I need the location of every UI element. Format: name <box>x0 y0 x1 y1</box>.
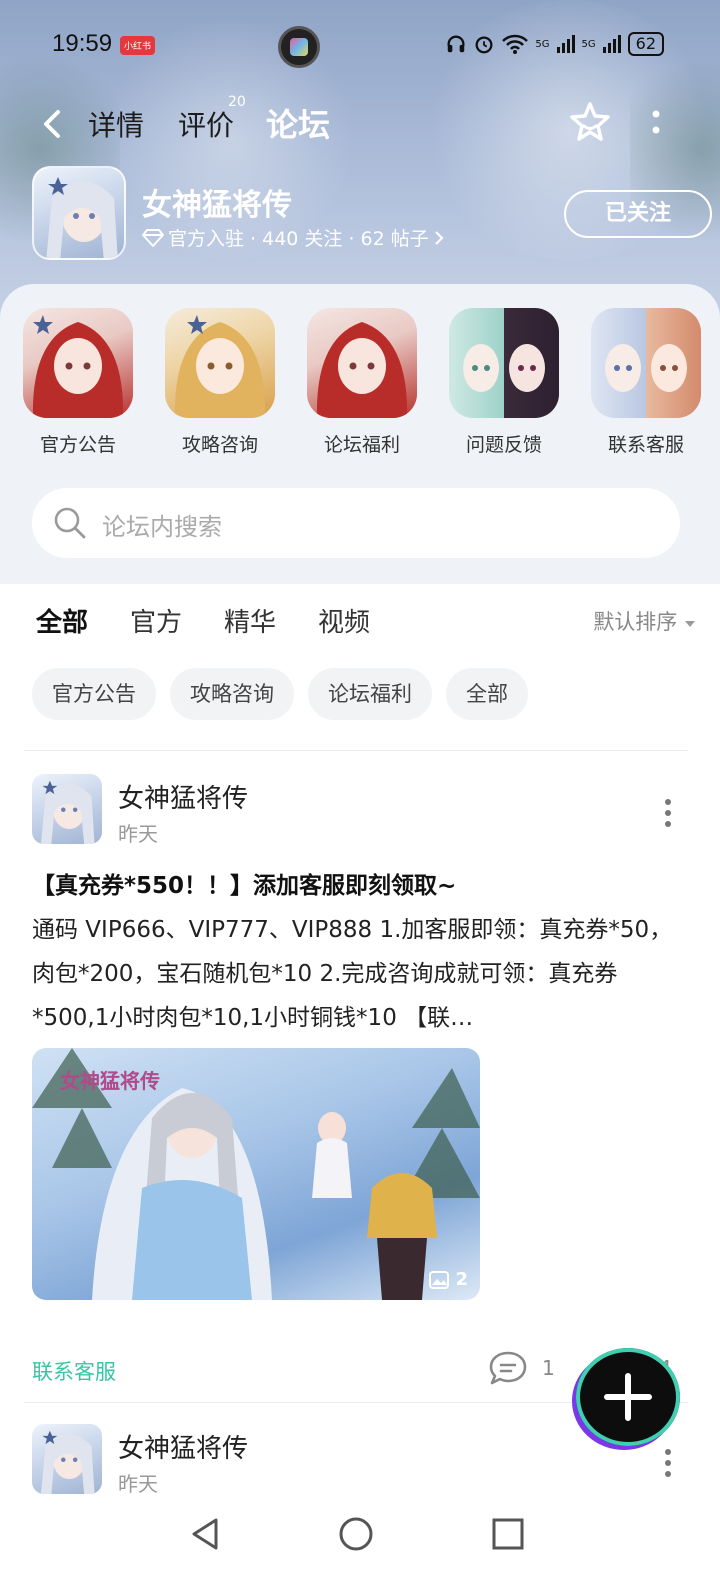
game-info: 女神猛将传 官方入驻 · 440 关注 · 62 帖子 已关注 <box>32 166 712 266</box>
category-feedback[interactable]: 问题反馈 <box>448 308 560 457</box>
header-banner: 19:59 小红书 5G 5G 62 详情 评价 20 论坛 女神猛将传 官方入… <box>0 0 720 330</box>
category-label: 论坛福利 <box>323 434 400 456</box>
post-tag[interactable]: 联系客服 <box>32 1356 116 1386</box>
post-body[interactable]: 通码 VIP666、VIP777、VIP888 1.加客服即领：真充券*50，肉… <box>32 908 688 1040</box>
chip-official-announcement[interactable]: 官方公告 <box>32 668 156 720</box>
chevron-right-icon <box>434 230 444 245</box>
create-post-button[interactable] <box>576 1348 680 1446</box>
post-image[interactable]: 女神猛将传 2 <box>32 1048 480 1300</box>
category-label: 问题反馈 <box>465 434 542 456</box>
headphones-icon <box>447 35 465 53</box>
review-count-badge: 20 <box>228 94 246 110</box>
status-time: 19:59 <box>52 30 113 57</box>
category-image <box>449 308 559 418</box>
image-count-value: 2 <box>455 1269 468 1290</box>
battery-indicator: 62 <box>627 32 664 56</box>
category-forum-welfare[interactable]: 论坛福利 <box>306 308 418 457</box>
post-card[interactable]: 女神猛将传 昨天 <box>32 1424 688 1500</box>
category-image <box>307 308 417 418</box>
caret-down-icon <box>685 621 695 627</box>
nav-home-icon[interactable] <box>336 1514 376 1554</box>
post-author-name[interactable]: 女神猛将传 <box>118 778 248 815</box>
category-customer-service[interactable]: 联系客服 <box>590 308 702 457</box>
category-panel: 官方公告 攻略咨询 论坛福利 问题反馈 联系客服 论坛内搜索 <box>0 284 720 584</box>
post-time: 昨天 <box>118 1472 158 1496</box>
post-author-avatar[interactable] <box>32 774 102 844</box>
camera-cutout <box>278 26 320 68</box>
search-placeholder: 论坛内搜索 <box>102 513 222 541</box>
category-label: 官方公告 <box>39 434 116 456</box>
image-count: 2 <box>429 1269 468 1290</box>
tab-reviews[interactable]: 评价 <box>178 104 234 144</box>
back-arrow-icon[interactable] <box>36 104 72 144</box>
content-tabs: 全部 官方 精华 视频 默认排序 <box>36 602 696 645</box>
nav-recents-icon[interactable] <box>488 1514 528 1554</box>
signal-icon <box>556 35 575 53</box>
category-label: 攻略咨询 <box>181 434 258 456</box>
tab-official[interactable]: 官方 <box>130 602 182 639</box>
category-label: 联系客服 <box>607 434 684 456</box>
post-author-avatar[interactable] <box>32 1424 102 1494</box>
game-avatar[interactable] <box>32 166 126 260</box>
diamond-icon <box>142 228 164 247</box>
search-icon <box>54 507 86 539</box>
category-guide[interactable]: 攻略咨询 <box>164 308 276 457</box>
post-more-icon[interactable] <box>664 1448 672 1478</box>
signal-label-1: 5G <box>535 38 550 50</box>
tab-featured[interactable]: 精华 <box>224 602 276 639</box>
comment-count: 1 <box>542 1356 555 1380</box>
svg-text:女神猛将传: 女神猛将传 <box>60 1069 160 1093</box>
forum-search-bar[interactable]: 论坛内搜索 <box>32 488 680 558</box>
tab-all[interactable]: 全部 <box>36 602 88 645</box>
signal-label-2: 5G <box>581 38 596 50</box>
category-image <box>165 308 275 418</box>
image-icon <box>429 1270 450 1289</box>
game-title: 女神猛将传 <box>142 188 292 223</box>
category-image <box>591 308 701 418</box>
sort-dropdown[interactable]: 默认排序 <box>593 606 696 636</box>
system-navigation-bar <box>0 1500 720 1585</box>
post-more-icon[interactable] <box>664 798 672 828</box>
filter-chips: 官方公告 攻略咨询 论坛福利 全部 <box>32 668 528 720</box>
game-meta[interactable]: 官方入驻 · 440 关注 · 62 帖子 <box>142 224 445 251</box>
signal-icon <box>602 35 621 53</box>
post-card[interactable]: 女神猛将传 昨天 【真充券*550！！】添加客服即刻领取~ 通码 VIP666、… <box>32 774 688 1404</box>
status-icons: 5G 5G 62 <box>445 32 664 56</box>
game-meta-text: 官方入驻 · 440 关注 · 62 帖子 <box>168 228 429 250</box>
post-author-name[interactable]: 女神猛将传 <box>118 1428 248 1465</box>
tab-video[interactable]: 视频 <box>318 602 370 639</box>
tab-forum[interactable]: 论坛 <box>266 100 331 146</box>
post-time: 昨天 <box>118 822 158 846</box>
comment-icon <box>489 1351 527 1385</box>
top-navigation: 详情 评价 20 论坛 <box>0 94 720 152</box>
comment-button[interactable]: 1 <box>488 1350 555 1386</box>
wifi-icon <box>502 34 529 54</box>
more-options-icon[interactable] <box>644 104 668 144</box>
follow-button[interactable]: 已关注 <box>564 190 712 238</box>
status-bar: 19:59 小红书 5G 5G 62 <box>0 24 720 68</box>
category-official-announcement[interactable]: 官方公告 <box>22 308 134 457</box>
post-title[interactable]: 【真充券*550！！】添加客服即刻领取~ <box>32 866 688 900</box>
plus-icon <box>604 1373 652 1421</box>
nav-back-icon[interactable] <box>186 1514 226 1554</box>
tab-details[interactable]: 详情 <box>88 104 144 144</box>
chip-all[interactable]: 全部 <box>446 668 528 720</box>
notification-badge: 小红书 <box>120 36 156 55</box>
category-list: 官方公告 攻略咨询 论坛福利 问题反馈 联系客服 <box>22 308 702 457</box>
chip-guide[interactable]: 攻略咨询 <box>170 668 294 720</box>
chip-forum-welfare[interactable]: 论坛福利 <box>308 668 432 720</box>
sort-label: 默认排序 <box>593 610 678 634</box>
favorite-star-icon[interactable] <box>568 100 612 144</box>
divider <box>24 750 688 751</box>
category-image <box>23 308 133 418</box>
alarm-icon <box>475 36 493 54</box>
